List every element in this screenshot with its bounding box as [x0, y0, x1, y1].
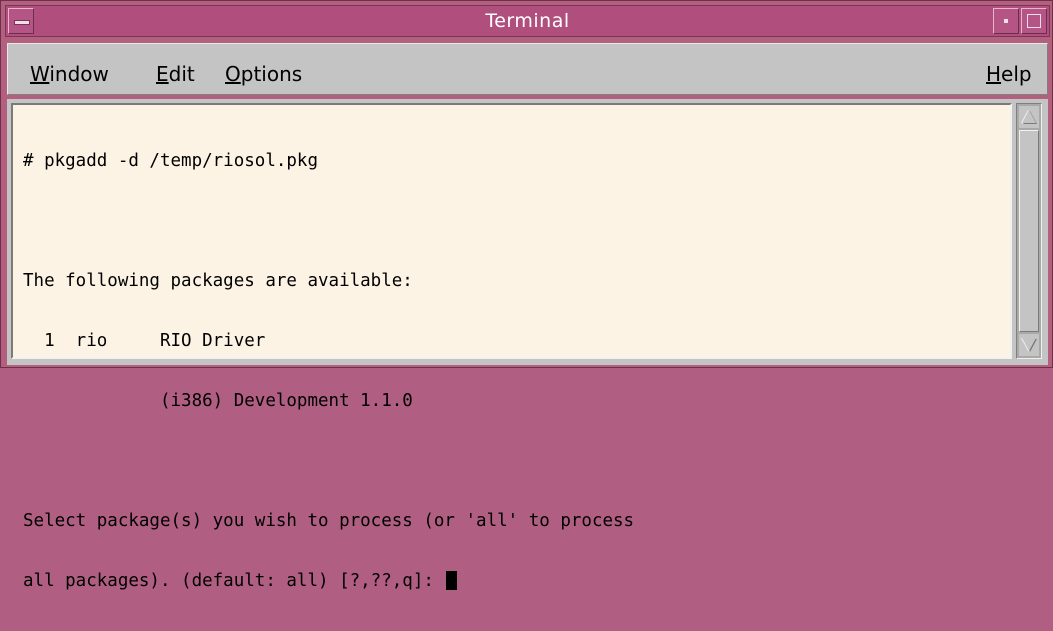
menu-edit-label: dit: [168, 62, 195, 86]
menu-options-mnemonic: O: [225, 62, 241, 86]
maximize-icon[interactable]: [1021, 8, 1047, 34]
text-cursor: [446, 571, 458, 590]
scroll-down-arrow-icon[interactable]: [1019, 334, 1039, 356]
terminal-line: Select package(s) you wish to process (o…: [23, 511, 635, 531]
scrollbar-thumb[interactable]: [1019, 130, 1039, 332]
menu-edit-mnemonic: E: [156, 62, 169, 86]
window-title: Terminal: [485, 10, 570, 32]
menu-bar: Window Edit Options Help: [7, 43, 1048, 95]
terminal-line: (i386) Development 1.1.0: [23, 391, 413, 411]
menu-options[interactable]: Options: [225, 62, 302, 86]
menu-help-label: elp: [1001, 62, 1032, 86]
menu-help-mnemonic: H: [986, 62, 1002, 86]
terminal-prompt-line: all packages). (default: all) [?,??,q]:: [23, 571, 1010, 591]
terminal-window: Terminal Window Edit Options Help # pkga…: [0, 0, 1053, 591]
menu-edit[interactable]: Edit: [156, 62, 195, 86]
terminal-line: The following packages are available:: [23, 271, 413, 291]
menu-window-label: indow: [49, 62, 109, 86]
menu-help[interactable]: Help: [986, 62, 1032, 86]
menu-window-mnemonic: W: [30, 62, 50, 86]
scroll-up-arrow-icon[interactable]: [1019, 106, 1039, 128]
minimize-icon[interactable]: [993, 8, 1019, 34]
menu-options-label: ptions: [240, 62, 303, 86]
terminal-line: # pkgadd -d /temp/riosol.pkg: [23, 151, 319, 171]
terminal-line: 1 rio RIO Driver: [23, 331, 266, 351]
terminal-frame: # pkgadd -d /temp/riosol.pkg The followi…: [7, 99, 1048, 591]
title-bar[interactable]: Terminal: [5, 5, 1050, 37]
terminal-text[interactable]: # pkgadd -d /temp/riosol.pkg The followi…: [23, 111, 1010, 591]
vertical-scrollbar[interactable]: [1016, 103, 1042, 359]
menu-window[interactable]: Window: [30, 62, 109, 86]
terminal-prompt-text: all packages). (default: all) [?,??,q]:: [23, 571, 445, 591]
terminal-output[interactable]: # pkgadd -d /temp/riosol.pkg The followi…: [11, 103, 1012, 591]
